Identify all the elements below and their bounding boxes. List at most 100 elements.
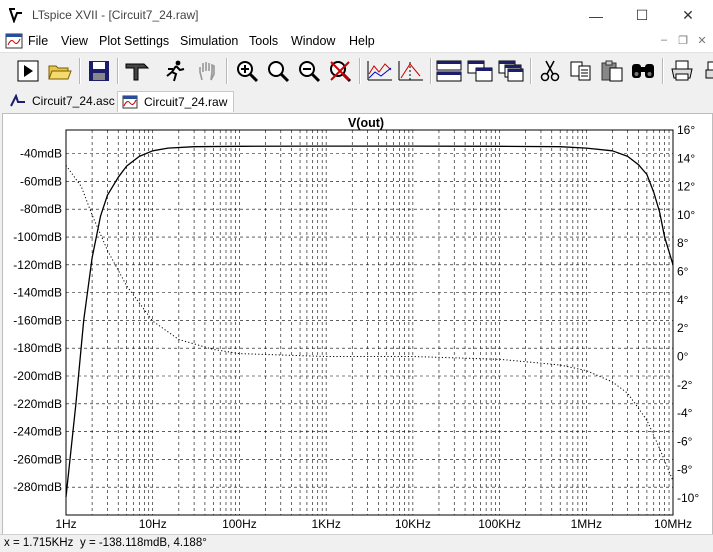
menu-bar: File View Plot Settings Simulation Tools… bbox=[0, 31, 713, 52]
zoom-cancel-button[interactable] bbox=[326, 57, 354, 85]
zoom-in-icon bbox=[237, 61, 259, 83]
y-left-tick-label: -40mdB bbox=[20, 147, 62, 161]
status-bar: x = 1.715KHz y = -138.118mdB, 4.188° bbox=[0, 534, 713, 552]
plot-pane[interactable]: V(out) 1Hz 10Hz 100Hz 1KHz 10KHz 100KHz 1MHz 10… bbox=[2, 113, 713, 535]
open-button[interactable] bbox=[46, 57, 74, 85]
y-left-tick-label: -180mdB bbox=[13, 341, 62, 355]
y-right-tick-label: 10° bbox=[677, 208, 695, 222]
hand-button[interactable] bbox=[193, 57, 221, 85]
save-icon bbox=[89, 61, 109, 81]
run-button[interactable] bbox=[14, 57, 42, 85]
menu-plot-settings[interactable]: Plot Settings bbox=[99, 34, 169, 48]
close-button[interactable]: ✕ bbox=[665, 0, 711, 31]
tile-horizontal-button[interactable] bbox=[435, 57, 463, 85]
cascade-icon bbox=[467, 60, 493, 82]
y-left-tick-label: -240mdB bbox=[13, 425, 62, 439]
waveform-doc-icon[interactable] bbox=[5, 33, 23, 49]
x-tick-label: 10MHz bbox=[654, 517, 692, 531]
tile-vertical-button[interactable] bbox=[497, 57, 525, 85]
paste-button[interactable] bbox=[598, 57, 626, 85]
menu-view[interactable]: View bbox=[61, 34, 88, 48]
autorange-button[interactable] bbox=[366, 57, 394, 85]
copy-icon bbox=[570, 61, 591, 81]
x-tick-label: 100KHz bbox=[478, 517, 521, 531]
y-right-tick-label: 8° bbox=[677, 236, 689, 250]
print-preview-icon bbox=[705, 61, 713, 79]
y-left-tick-label: -60mdB bbox=[20, 174, 62, 188]
menu-simulation[interactable]: Simulation bbox=[180, 34, 238, 48]
plot-frame bbox=[65, 129, 674, 516]
open-icon bbox=[48, 65, 72, 80]
cut-icon bbox=[540, 60, 560, 82]
cursor-icon bbox=[398, 61, 423, 81]
x-tick-label: 10KHz bbox=[395, 517, 431, 531]
maximize-icon: ☐ bbox=[635, 7, 649, 23]
mdi-restore-button[interactable]: ❐ bbox=[674, 34, 692, 49]
y-right-tick-label: -2° bbox=[677, 378, 693, 392]
axis-labels: 1Hz 10Hz 100Hz 1KHz 10KHz 100KHz 1MHz 10MHz -40m… bbox=[13, 123, 699, 531]
x-tick-label: 1MHz bbox=[571, 517, 602, 531]
tab-label: Circuit7_24.asc bbox=[32, 94, 115, 108]
zoom-in-button[interactable] bbox=[233, 57, 261, 85]
y-left-tick-label: -280mdB bbox=[13, 480, 62, 494]
cursor-button[interactable] bbox=[397, 57, 425, 85]
x-tick-label: 1KHz bbox=[311, 517, 340, 531]
hammer-button[interactable] bbox=[123, 57, 151, 85]
window-title: LTspice XVII - [Circuit7_24.raw] bbox=[32, 8, 199, 22]
plot-grid bbox=[66, 130, 673, 515]
minimize-button[interactable]: — bbox=[573, 0, 619, 31]
y-right-tick-label: 16° bbox=[677, 123, 695, 137]
x-tick-label: 100Hz bbox=[222, 517, 257, 531]
hand-icon bbox=[199, 62, 215, 81]
y-right-tick-label: -4° bbox=[677, 406, 693, 420]
mdi-minimize-button[interactable]: – bbox=[655, 34, 673, 49]
find-button[interactable] bbox=[629, 57, 657, 85]
menu-tools[interactable]: Tools bbox=[249, 34, 278, 48]
save-button[interactable] bbox=[85, 57, 113, 85]
toolbar bbox=[0, 52, 713, 90]
mdi-close-button[interactable]: ✕ bbox=[693, 34, 711, 49]
menu-window[interactable]: Window bbox=[291, 34, 335, 48]
bode-plot[interactable]: V(out) 1Hz 10Hz 100Hz 1KHz 10KHz 100KHz 1MHz 10… bbox=[3, 114, 712, 534]
y-left-tick-label: -160mdB bbox=[13, 313, 62, 327]
plot-title[interactable]: V(out) bbox=[348, 116, 384, 130]
zoom-out-icon bbox=[299, 61, 321, 83]
y-left-tick-label: -200mdB bbox=[13, 369, 62, 383]
zoom-full-button[interactable] bbox=[264, 57, 292, 85]
menu-file[interactable]: File bbox=[28, 34, 48, 48]
y-right-tick-label: 6° bbox=[677, 265, 689, 279]
tab-circuit-asc[interactable]: Circuit7_24.asc bbox=[6, 91, 121, 111]
magnitude-trace bbox=[65, 145, 674, 497]
status-y-readout: y = -138.118mdB, 4.188° bbox=[80, 537, 207, 549]
cut-button[interactable] bbox=[536, 57, 564, 85]
y-right-tick-label: 14° bbox=[677, 151, 695, 165]
y-left-tick-label: -260mdB bbox=[13, 452, 62, 466]
y-right-tick-label: 4° bbox=[677, 293, 689, 307]
runner-button[interactable] bbox=[161, 57, 189, 85]
maximize-button[interactable]: ☐ bbox=[619, 0, 665, 31]
close-icon: ✕ bbox=[682, 7, 694, 23]
minimize-icon: — bbox=[589, 7, 603, 24]
y-left-tick-label: -220mdB bbox=[13, 397, 62, 411]
run-icon bbox=[17, 60, 39, 82]
y-right-tick-label: 2° bbox=[677, 321, 689, 335]
tile-vertical-icon bbox=[498, 60, 524, 82]
y-right-tick-label: -6° bbox=[677, 434, 693, 448]
status-x-readout: x = 1.715KHz bbox=[4, 537, 74, 549]
y-left-tick-label: -80mdB bbox=[20, 202, 62, 216]
y-right-tick-label: 12° bbox=[677, 180, 695, 194]
menu-help[interactable]: Help bbox=[349, 34, 375, 48]
x-tick-label: 10Hz bbox=[139, 517, 167, 531]
copy-button[interactable] bbox=[567, 57, 595, 85]
title-bar: LTspice XVII - [Circuit7_24.raw] — ☐ ✕ bbox=[0, 0, 713, 31]
zoom-full-icon bbox=[268, 61, 290, 83]
print-preview-button[interactable] bbox=[698, 57, 713, 85]
paste-icon bbox=[601, 60, 623, 82]
print-button[interactable] bbox=[668, 57, 696, 85]
waveform-icon bbox=[122, 95, 138, 109]
runner-icon bbox=[166, 60, 185, 82]
cascade-button[interactable] bbox=[466, 57, 494, 85]
zoom-out-button[interactable] bbox=[295, 57, 323, 85]
tab-circuit-raw[interactable]: Circuit7_24.raw bbox=[117, 91, 235, 112]
tile-horizontal-icon bbox=[436, 60, 462, 82]
